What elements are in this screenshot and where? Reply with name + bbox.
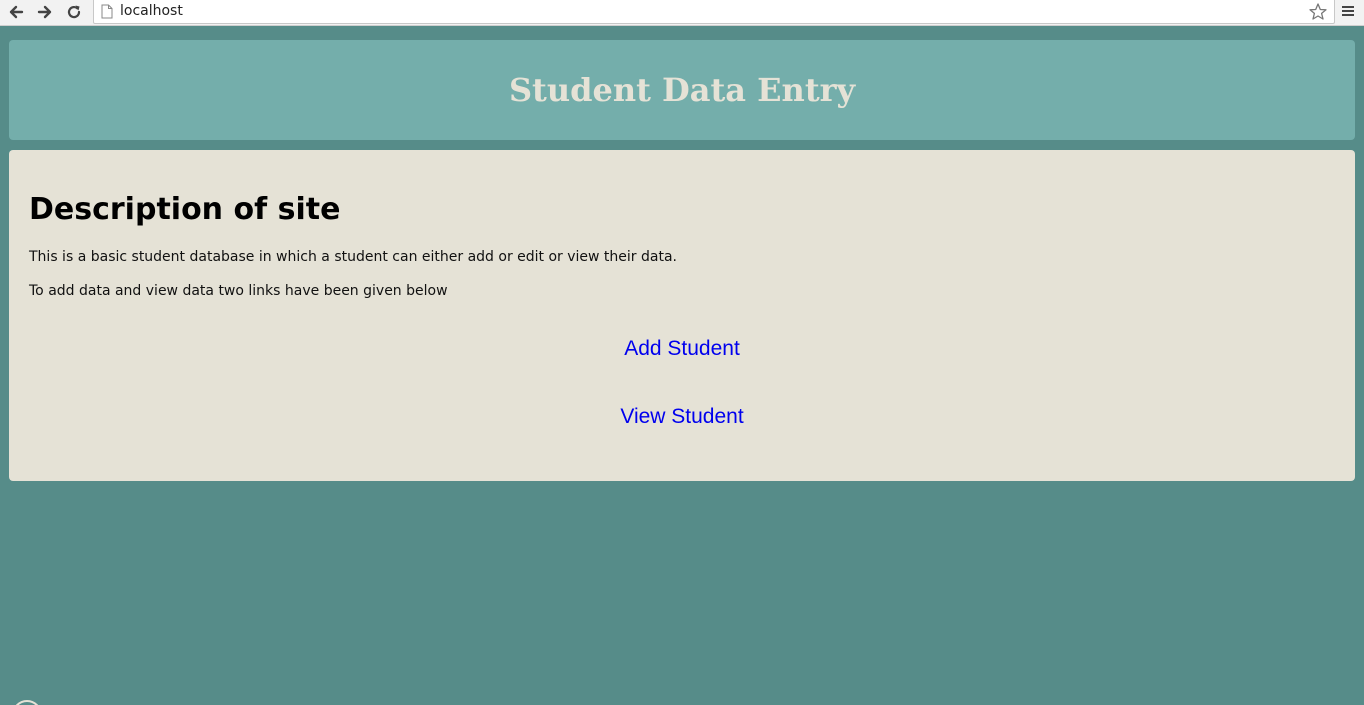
url-text: localhost <box>120 3 183 19</box>
reload-icon <box>67 5 81 19</box>
address-bar[interactable]: localhost <box>93 0 1335 24</box>
forward-button[interactable] <box>34 2 56 22</box>
view-student-link[interactable]: View Student <box>9 405 1355 429</box>
page-icon <box>101 4 113 19</box>
content-panel: Description of site This is a basic stud… <box>9 150 1355 481</box>
browser-toolbar: localhost <box>0 0 1364 26</box>
reload-button[interactable] <box>63 2 85 22</box>
description-heading: Description of site <box>29 192 341 227</box>
back-button[interactable] <box>5 2 27 22</box>
star-icon[interactable] <box>1308 2 1328 22</box>
add-student-link[interactable]: Add Student <box>9 337 1355 361</box>
forward-arrow-icon <box>37 5 52 19</box>
site-title: Student Data Entry <box>508 71 856 109</box>
description-paragraph-2: To add data and view data two links have… <box>29 283 448 299</box>
description-paragraph-1: This is a basic student database in whic… <box>29 249 677 265</box>
hamburger-menu-icon[interactable] <box>1340 4 1356 20</box>
corner-widget-icon <box>12 700 42 705</box>
site-header: Student Data Entry <box>9 40 1355 140</box>
back-arrow-icon <box>9 5 24 19</box>
